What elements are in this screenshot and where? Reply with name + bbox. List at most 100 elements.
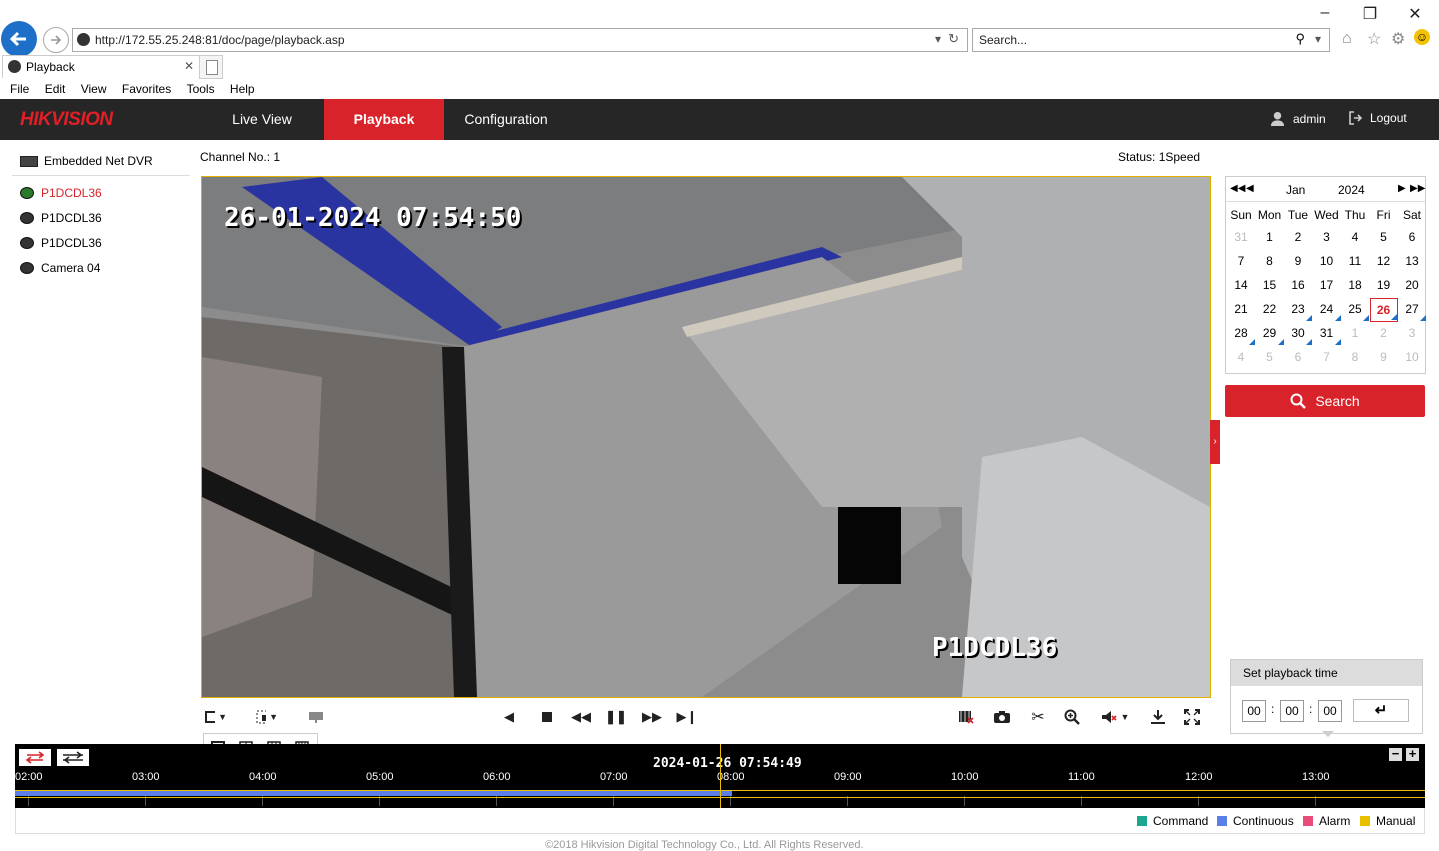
calendar-day[interactable]: 23 — [1284, 298, 1312, 322]
home-icon[interactable]: ⌂ — [1342, 30, 1352, 48]
camera-node-1[interactable]: P1DCDL36 — [20, 182, 102, 204]
calendar-day[interactable]: 27 — [1398, 298, 1426, 322]
camera-node-2[interactable]: P1DCDL36 — [20, 207, 102, 229]
menu-file[interactable]: File — [10, 82, 29, 96]
calendar-day[interactable]: 9 — [1370, 346, 1398, 370]
video-player[interactable]: 26-01-2024 07:54:50 P1DCDL36 — [201, 176, 1211, 698]
next-year-icon[interactable]: ▶▶ — [1410, 183, 1425, 194]
fullscreen-button[interactable] — [1181, 708, 1203, 726]
forward-button[interactable] — [43, 27, 69, 53]
calendar-day[interactable]: 8 — [1341, 346, 1369, 370]
camera-node-4[interactable]: Camera 04 — [20, 257, 100, 279]
menu-tools[interactable]: Tools — [187, 82, 215, 96]
minute-input[interactable]: 00 — [1280, 700, 1304, 722]
menu-edit[interactable]: Edit — [45, 82, 66, 96]
calendar-day[interactable]: 4 — [1227, 346, 1255, 370]
settings-gear-icon[interactable]: ⚙ — [1391, 29, 1405, 49]
tab-close-icon[interactable]: ✕ — [184, 59, 194, 73]
user-menu[interactable]: admin — [1270, 111, 1326, 126]
reverse-play-button[interactable]: ◀ — [498, 708, 520, 726]
smiley-feedback-icon[interactable]: ☺ — [1414, 29, 1430, 45]
refresh-icon[interactable]: ↻ — [948, 31, 959, 47]
stop-all-button[interactable] — [955, 708, 977, 726]
browser-search-input[interactable]: Search... ⚲ ▾ — [972, 28, 1330, 52]
calendar-day[interactable]: 26 — [1369, 298, 1398, 322]
calendar-day[interactable]: 15 — [1256, 274, 1284, 298]
prev-month-icon[interactable]: ◀ — [1246, 183, 1254, 194]
search-button[interactable]: Search — [1225, 385, 1425, 417]
maximize-icon[interactable]: ❐ — [1355, 4, 1385, 24]
calendar-day[interactable]: 2 — [1284, 226, 1312, 250]
calendar-day[interactable]: 19 — [1370, 274, 1398, 298]
calendar-day[interactable]: 24 — [1313, 298, 1341, 322]
slow-down-button[interactable]: ◀◀ — [570, 708, 592, 726]
calendar-day[interactable]: 7 — [1227, 250, 1255, 274]
nav-live-view[interactable]: Live View — [200, 99, 324, 140]
new-tab-button[interactable] — [199, 55, 223, 79]
nav-configuration[interactable]: Configuration — [444, 99, 568, 140]
calendar-day[interactable]: 31 — [1313, 322, 1341, 346]
calendar-day[interactable]: 10 — [1313, 250, 1341, 274]
dropdown-icon[interactable]: ▾ — [935, 32, 941, 46]
address-bar[interactable]: http://172.55.25.248:81/doc/page/playbac… — [72, 28, 968, 52]
collapse-panel-handle[interactable]: › — [1210, 420, 1220, 464]
calendar-day[interactable]: 28 — [1227, 322, 1255, 346]
calendar-day[interactable]: 12 — [1370, 250, 1398, 274]
calendar-day[interactable]: 16 — [1284, 274, 1312, 298]
close-window-icon[interactable]: ✕ — [1400, 4, 1430, 24]
calendar-day[interactable]: 5 — [1256, 346, 1284, 370]
speed-up-button[interactable]: ▶▶ — [641, 708, 663, 726]
frame-step-button[interactable]: ▶❙ — [676, 708, 698, 726]
calendar-day[interactable]: 1 — [1341, 322, 1369, 346]
calendar-day[interactable]: 6 — [1284, 346, 1312, 370]
browser-tab[interactable]: Playback ✕ — [2, 55, 200, 78]
calendar-day[interactable]: 1 — [1256, 226, 1284, 250]
back-button[interactable] — [1, 21, 37, 57]
window-layout-button[interactable]: ▼ — [205, 708, 227, 726]
nav-playback[interactable]: Playback — [324, 99, 444, 140]
favorites-star-icon[interactable]: ☆ — [1367, 29, 1381, 49]
calendar-day[interactable]: 8 — [1256, 250, 1284, 274]
calendar-day[interactable]: 29 — [1256, 322, 1284, 346]
menu-view[interactable]: View — [81, 82, 107, 96]
timeline[interactable]: 2024-01-26 07:54:49 − + 02:00 03:00 04:00 0… — [15, 744, 1425, 808]
calendar-day[interactable]: 22 — [1256, 298, 1284, 322]
calendar-day[interactable]: 5 — [1370, 226, 1398, 250]
calendar-day[interactable]: 17 — [1313, 274, 1341, 298]
calendar-day[interactable]: 21 — [1227, 298, 1255, 322]
ptz-disabled-icon[interactable] — [305, 708, 327, 726]
calendar-day[interactable]: 13 — [1398, 250, 1426, 274]
calendar-day[interactable]: 9 — [1284, 250, 1312, 274]
go-to-time-button[interactable]: ↵ — [1353, 699, 1409, 722]
calendar-day[interactable]: 10 — [1398, 346, 1426, 370]
second-input[interactable]: 00 — [1318, 700, 1342, 722]
calendar-day[interactable]: 18 — [1341, 274, 1369, 298]
stop-button[interactable] — [536, 708, 558, 726]
timeline-cursor[interactable] — [719, 744, 721, 808]
calendar-year[interactable]: 2024 — [1338, 183, 1365, 197]
calendar-day[interactable]: 20 — [1398, 274, 1426, 298]
calendar-day[interactable]: 11 — [1341, 250, 1369, 274]
window-select-button[interactable]: ▼ — [256, 708, 278, 726]
digital-zoom-button[interactable] — [1061, 708, 1083, 726]
calendar-day[interactable]: 4 — [1341, 226, 1369, 250]
dvr-root-node[interactable]: Embedded Net DVR — [20, 150, 153, 172]
clip-button[interactable]: ✂ — [1027, 708, 1049, 726]
minimize-icon[interactable]: – — [1310, 4, 1340, 22]
download-button[interactable] — [1147, 708, 1169, 726]
menu-favorites[interactable]: Favorites — [122, 82, 171, 96]
calendar-month[interactable]: Jan — [1286, 183, 1305, 197]
calendar-day[interactable]: 7 — [1313, 346, 1341, 370]
calendar-day[interactable]: 3 — [1313, 226, 1341, 250]
pause-button[interactable]: ❚❚ — [605, 708, 627, 726]
calendar-day[interactable]: 6 — [1398, 226, 1426, 250]
calendar-day[interactable]: 31 — [1227, 226, 1255, 250]
prev-year-icon[interactable]: ◀◀ — [1230, 183, 1245, 194]
search-icon[interactable]: ⚲ — [1295, 31, 1305, 47]
hour-input[interactable]: 00 — [1242, 700, 1266, 722]
search-dropdown-icon[interactable]: ▾ — [1315, 32, 1321, 46]
next-month-icon[interactable]: ▶ — [1398, 183, 1406, 194]
calendar-day[interactable]: 14 — [1227, 274, 1255, 298]
calendar-day[interactable]: 2 — [1370, 322, 1398, 346]
calendar-day[interactable]: 30 — [1284, 322, 1312, 346]
